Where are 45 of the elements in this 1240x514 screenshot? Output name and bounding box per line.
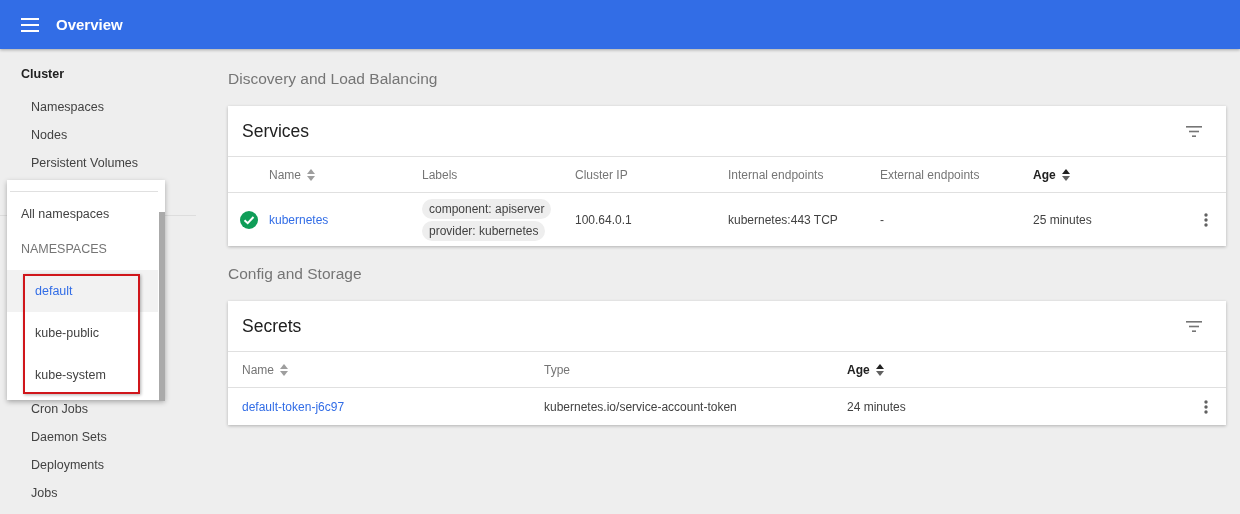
column-header[interactable]: Age — [1033, 167, 1056, 182]
secret-link[interactable]: default-token-j6c97 — [242, 399, 345, 414]
menu-item[interactable]: All namespaces — [7, 192, 158, 235]
card-title: Services — [242, 120, 310, 142]
table-cell: - — [880, 212, 884, 227]
sidebar-item[interactable]: Cron Jobs — [0, 402, 196, 430]
column-header[interactable]: Age — [847, 362, 870, 377]
label-chip: provider: kubernetes — [422, 220, 546, 241]
sidebar-item[interactable]: Namespaces — [0, 100, 196, 128]
column-header: Internal endpoints — [728, 167, 824, 182]
sidebar-item[interactable]: Deployments — [0, 458, 196, 486]
table-cell: kubernetes:443 TCP — [728, 212, 838, 227]
filter-icon[interactable] — [1186, 320, 1202, 332]
sidebar-item[interactable]: Daemon Sets — [0, 430, 196, 458]
menu-item[interactable]: kube-system — [7, 354, 158, 396]
section-title: Config and Storage — [228, 265, 363, 284]
menu-icon[interactable] — [21, 17, 39, 32]
more-icon[interactable] — [1204, 212, 1208, 227]
column-header: Labels — [422, 167, 458, 182]
menu-item[interactable]: default — [7, 270, 158, 312]
sidebar-heading: Cluster — [20, 67, 66, 82]
column-header[interactable]: Name — [269, 167, 301, 182]
table-cell: 100.64.0.1 — [575, 212, 632, 227]
column-header: Type — [544, 362, 570, 377]
table-cell: 25 minutes — [1033, 212, 1092, 227]
table-cell: 24 minutes — [847, 399, 906, 414]
page-title: Overview — [56, 16, 123, 33]
column-header: Cluster IP — [575, 167, 628, 182]
scrollbar[interactable] — [159, 212, 165, 401]
card-title: Secrets — [242, 315, 302, 337]
service-link[interactable]: kubernetes — [269, 212, 329, 227]
sort-icon[interactable] — [1061, 168, 1070, 181]
menu-heading: NAMESPACES — [20, 241, 108, 258]
sidebar-item[interactable]: Persistent Volumes — [0, 156, 196, 184]
column-header: External endpoints — [880, 167, 980, 182]
menu-item[interactable]: kube-public — [7, 312, 158, 354]
filter-icon[interactable] — [1186, 125, 1202, 137]
label-chip: component: apiserver — [422, 198, 552, 219]
table-cell: kubernetes.io/service-account-token — [544, 399, 737, 414]
section-title: Discovery and Load Balancing — [228, 70, 439, 89]
more-icon[interactable] — [1204, 399, 1208, 414]
sidebar-item[interactable]: Jobs — [0, 486, 196, 514]
sort-icon[interactable] — [875, 363, 884, 376]
sidebar-item[interactable]: Nodes — [0, 128, 196, 156]
column-header[interactable]: Name — [242, 362, 274, 377]
